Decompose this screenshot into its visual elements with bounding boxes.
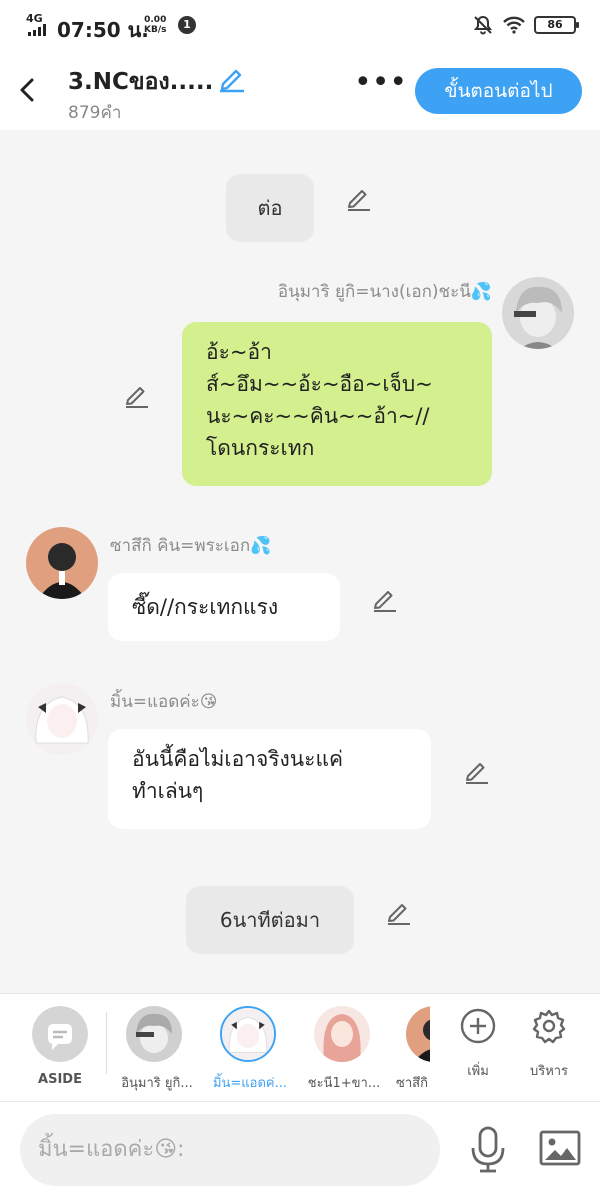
- top-bar: 3.NCของ..... 879คำ ••• ขั้นตอนต่อไป: [0, 50, 600, 130]
- signal-icon: [28, 24, 50, 36]
- edit-pencil-icon[interactable]: [370, 585, 398, 613]
- avatar: [406, 1006, 430, 1062]
- avatar: [220, 1006, 276, 1062]
- microphone-icon[interactable]: [468, 1126, 508, 1174]
- speed-unit: KB/s: [144, 25, 167, 35]
- aside-chat-icon: [32, 1006, 88, 1062]
- narration-bubble[interactable]: ต่อ: [226, 174, 314, 242]
- edit-pencil-icon[interactable]: [122, 381, 150, 409]
- image-icon[interactable]: [539, 1128, 581, 1168]
- avatar: [314, 1006, 370, 1062]
- message-bubble[interactable]: ซี๊ด//กระเทกแรง: [108, 573, 340, 641]
- add-character-button[interactable]: เพิ่ม: [452, 994, 504, 1102]
- character-item-selected[interactable]: มิ้น=แอดค่...: [204, 994, 296, 1102]
- manage-characters-button[interactable]: บริหาร: [520, 994, 578, 1102]
- character-label: ASIDE: [38, 1072, 82, 1087]
- message-bubble[interactable]: อันนี้คือไม่เอาจริงนะแค่ ทำเล่นๆ: [108, 729, 431, 829]
- speaker-name: อินุมาริ ยูกิ=นาง(เอก)ชะนี💦: [277, 282, 492, 302]
- character-label: ชะนี1+ขา...: [307, 1076, 381, 1091]
- edit-pencil-icon[interactable]: [384, 898, 412, 926]
- word-count: 879คำ: [68, 103, 122, 123]
- narration-bubble[interactable]: 6นาทีต่อมา: [186, 886, 354, 954]
- message-line: อ้ะ~อ้า: [206, 340, 272, 364]
- status-bar: 4G 07:50 น. 0.00 KB/s 1 86: [0, 0, 600, 50]
- message-line: อันนี้คือไม่เอาจริงนะแค่: [132, 747, 344, 771]
- edit-title-pencil-icon[interactable]: [216, 63, 246, 93]
- message-line: ทำเล่นๆ: [132, 779, 204, 803]
- edit-pencil-icon[interactable]: [462, 757, 490, 785]
- speaker-name: มิ้น=แอดค่ะ😘: [110, 692, 218, 712]
- my-message-bubble[interactable]: อ้ะ~อ้า ส์~อึม~~อ้ะ~อือ~เจ็บ~ นะ~คะ~~คิน…: [182, 322, 492, 486]
- network-speed: 0.00 KB/s: [144, 15, 166, 35]
- battery-icon: 86: [534, 16, 579, 34]
- page-title: 3.NCของ.....: [68, 69, 214, 95]
- add-circle-icon: [460, 1008, 496, 1044]
- gear-icon: [532, 1009, 566, 1044]
- character-selector: ASIDE อินุมาริ ยูกิ... มิ้น=แอดค่... ชะน…: [0, 993, 600, 1101]
- avatar[interactable]: [26, 527, 98, 599]
- character-label: ซาสึกิ: [396, 1076, 428, 1091]
- speed-value: 0.00: [144, 15, 167, 25]
- more-options-icon[interactable]: •••: [354, 68, 407, 102]
- status-time: 07:50 น.: [57, 18, 149, 42]
- edit-pencil-icon[interactable]: [344, 184, 372, 212]
- input-bar: มิ้น=แอดค่ะ😘:: [0, 1101, 600, 1197]
- wifi-icon: [503, 16, 525, 34]
- message-line: โดนกระเทก: [206, 436, 315, 460]
- divider: [106, 1012, 107, 1074]
- message-line: ซี๊ด//กระเทกแรง: [132, 595, 279, 619]
- speaker-name: ซาสึกิ คิน=พระเอก💦: [110, 536, 272, 556]
- character-item[interactable]: ชะนี1+ขา...: [298, 994, 390, 1102]
- notification-badge: 1: [178, 16, 196, 34]
- avatar[interactable]: [502, 277, 574, 349]
- character-item[interactable]: ซาสึกิ: [392, 994, 430, 1102]
- character-item[interactable]: อินุมาริ ยูกิ...: [110, 994, 202, 1102]
- chat-area: ต่อ อินุมาริ ยูกิ=นาง(เอก)ชะนี💦 อ้ะ~อ้า …: [0, 130, 600, 993]
- narration-text: ต่อ: [257, 196, 283, 220]
- character-aside[interactable]: ASIDE: [0, 994, 108, 1102]
- narration-text: 6นาทีต่อมา: [219, 908, 321, 932]
- character-label: มิ้น=แอดค่...: [212, 1076, 288, 1091]
- manage-label: บริหาร: [529, 1064, 569, 1079]
- avatar: [126, 1006, 182, 1062]
- mute-bell-icon: [473, 15, 493, 35]
- avatar[interactable]: [26, 683, 98, 755]
- message-line: ส์~อึม~~อ้ะ~อือ~เจ็บ~: [206, 372, 433, 396]
- message-line: นะ~คะ~~คิน~~อ้า~//: [206, 404, 430, 428]
- next-step-button[interactable]: ขั้นตอนต่อไป: [415, 68, 582, 114]
- character-label: อินุมาริ ยูกิ...: [121, 1076, 193, 1091]
- network-type: 4G: [26, 12, 43, 25]
- add-label: เพิ่ม: [467, 1064, 489, 1079]
- status-right: 86: [472, 13, 579, 37]
- message-input[interactable]: มิ้น=แอดค่ะ😘:: [20, 1114, 440, 1186]
- back-arrow-icon[interactable]: [14, 72, 44, 108]
